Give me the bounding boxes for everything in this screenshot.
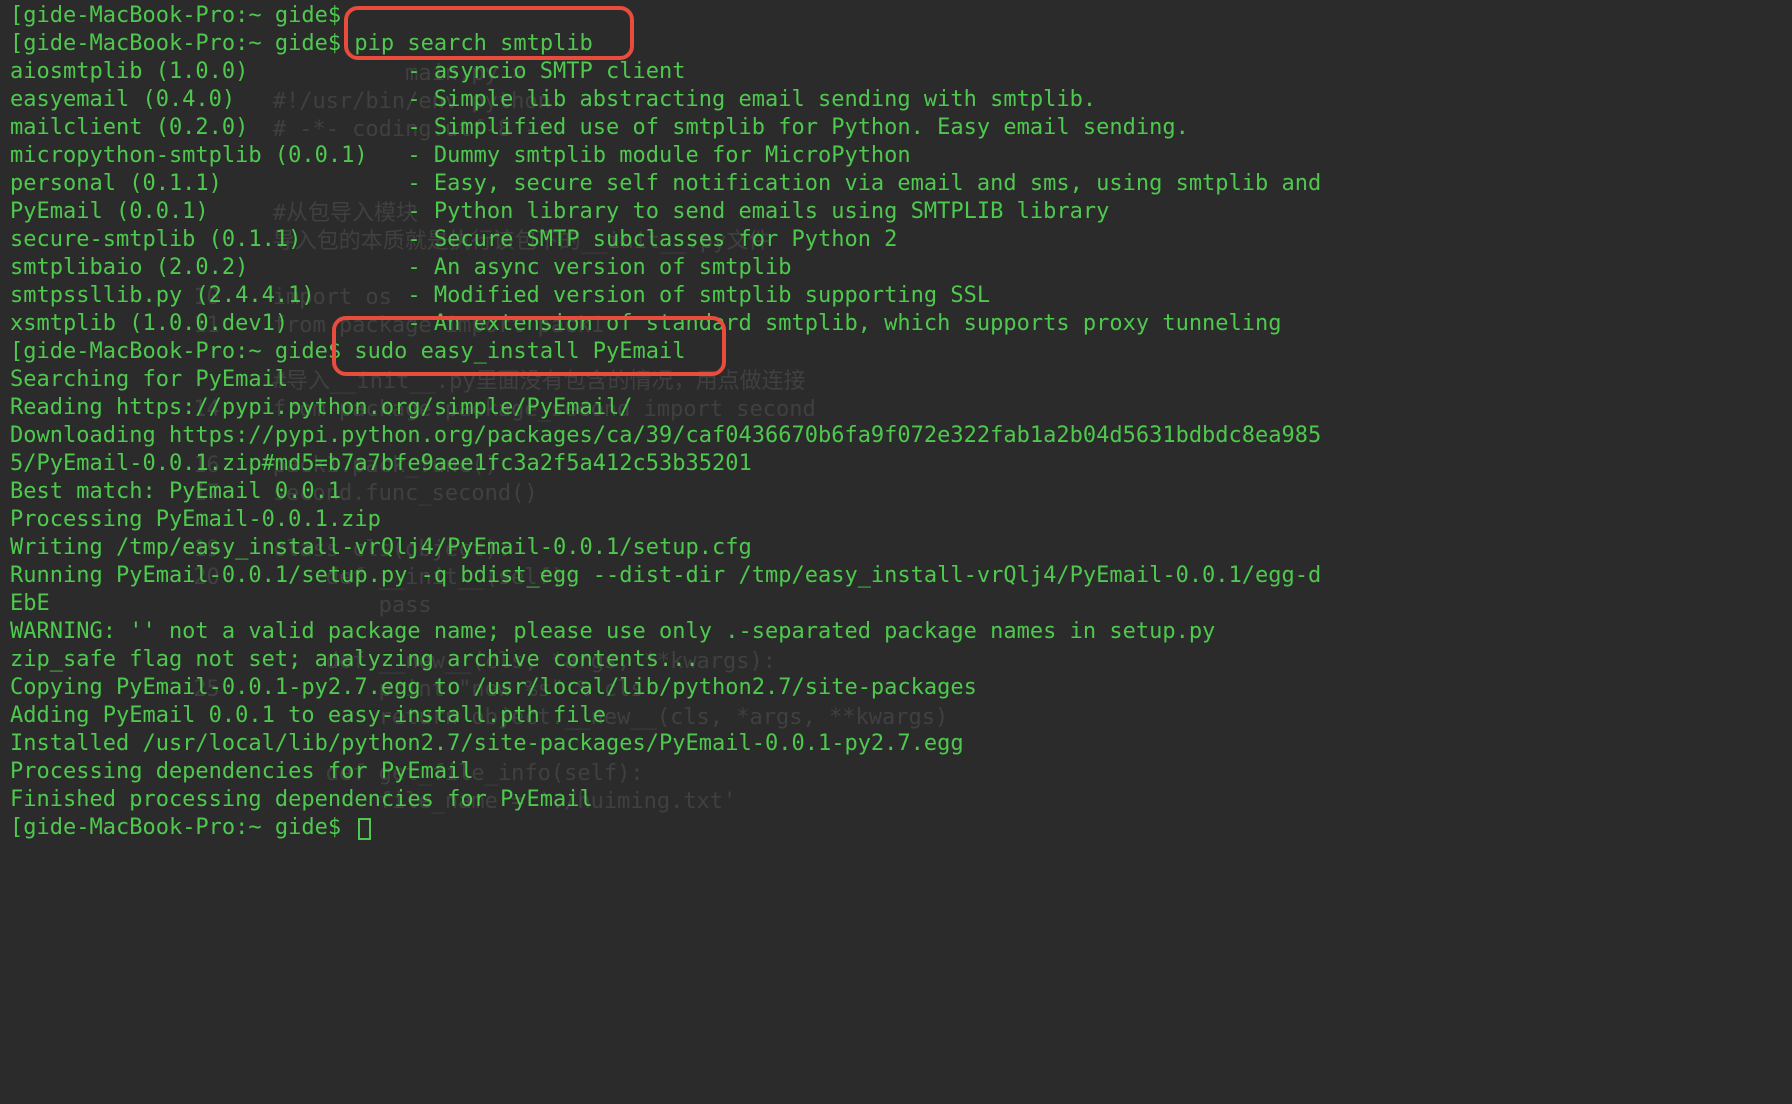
- search-result-row: PyEmail (0.0.1) - Python library to send…: [10, 198, 1792, 226]
- install-output-line: Downloading https://pypi.python.org/pack…: [10, 422, 1792, 450]
- search-result-row: micropython-smtplib (0.0.1) - Dummy smtp…: [10, 142, 1792, 170]
- search-result-row: secure-smtplib (0.1.1) - Secure SMTP sub…: [10, 226, 1792, 254]
- prompt-line: [gide-MacBook-Pro:~ gide$ sudo easy_inst…: [10, 338, 1792, 366]
- search-result-row: smtplibaio (2.0.2) - An async version of…: [10, 254, 1792, 282]
- install-output-line: Installed /usr/local/lib/python2.7/site-…: [10, 730, 1792, 758]
- install-output-line: Searching for PyEmail: [10, 366, 1792, 394]
- cursor: [358, 818, 371, 840]
- install-output-line: EbE: [10, 590, 1792, 618]
- search-result-row: mailclient (0.2.0) - Simplified use of s…: [10, 114, 1792, 142]
- cmd-pip-search: pip search smtplib: [354, 31, 592, 56]
- cmd-easy-install: sudo easy_install PyEmail: [354, 339, 685, 364]
- install-output-line: 5/PyEmail-0.0.1.zip#md5=b7a7bfe9aee1fc3a…: [10, 450, 1792, 478]
- search-result-row: easyemail (0.4.0) - Simple lib abstracti…: [10, 86, 1792, 114]
- install-output-line: WARNING: '' not a valid package name; pl…: [10, 618, 1792, 646]
- install-output-line: Adding PyEmail 0.0.1 to easy-install.pth…: [10, 702, 1792, 730]
- install-output-line: Running PyEmail-0.0.1/setup.py -q bdist_…: [10, 562, 1792, 590]
- install-output-line: Processing PyEmail-0.0.1.zip: [10, 506, 1792, 534]
- prompt-line[interactable]: [gide-MacBook-Pro:~ gide$: [10, 814, 1792, 842]
- install-output-line: Best match: PyEmail 0.0.1: [10, 478, 1792, 506]
- search-result-row: smtpssllib.py (2.4.4.1) - Modified versi…: [10, 282, 1792, 310]
- install-output-line: Finished processing dependencies for PyE…: [10, 786, 1792, 814]
- install-output-line: Reading https://pypi.python.org/simple/P…: [10, 394, 1792, 422]
- search-result-row: personal (0.1.1) - Easy, secure self not…: [10, 170, 1792, 198]
- install-output-line: Processing dependencies for PyEmail: [10, 758, 1792, 786]
- install-output-line: zip_safe flag not set; analyzing archive…: [10, 646, 1792, 674]
- prompt-line: [gide-MacBook-Pro:~ gide$: [10, 2, 1792, 30]
- prompt-line: [gide-MacBook-Pro:~ gide$ pip search smt…: [10, 30, 1792, 58]
- install-output-line: Copying PyEmail-0.0.1-py2.7.egg to /usr/…: [10, 674, 1792, 702]
- terminal-output[interactable]: [gide-MacBook-Pro:~ gide$ [gide-MacBook-…: [0, 2, 1792, 842]
- install-output-line: Writing /tmp/easy_install-vrQlj4/PyEmail…: [10, 534, 1792, 562]
- search-result-row: xsmtplib (1.0.0.dev1) - An extension of …: [10, 310, 1792, 338]
- search-result-row: aiosmtplib (1.0.0) - asyncio SMTP client: [10, 58, 1792, 86]
